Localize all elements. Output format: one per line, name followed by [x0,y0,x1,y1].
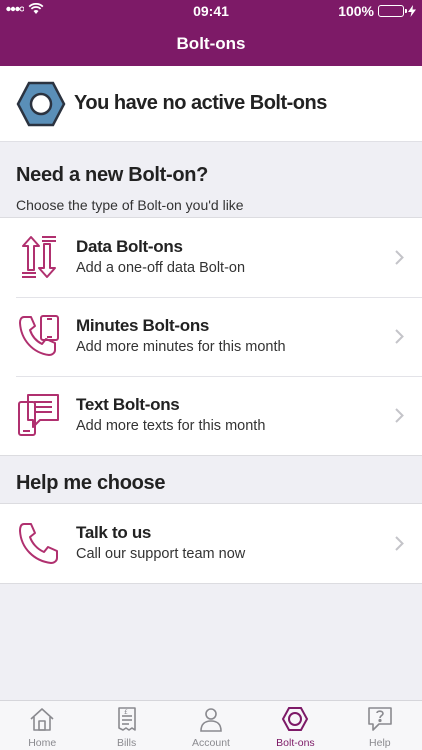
svg-text:£: £ [124,709,128,716]
section-title: Need a new Bolt-on? [16,164,209,186]
bolt-nut-icon [282,707,309,731]
tab-bolt-ons[interactable]: Bolt-ons [253,701,337,750]
new-boltons-header: Need a new Bolt-on? Choose the type of B… [16,164,244,213]
phone-minutes-icon [19,315,59,356]
section-subtitle: Choose the type of Bolt-on you'd like [16,197,244,213]
tab-label: Bills [116,737,137,749]
chevron-right-icon [395,250,404,265]
list-item-minutes-boltons[interactable]: Minutes Bolt-ons Add more minutes for th… [0,297,422,376]
list-item-text-boltons[interactable]: Text Bolt-ons Add more texts for this mo… [0,376,422,455]
tab-bills[interactable]: £ Bills [84,701,168,750]
text-message-icon [18,394,59,436]
page-title: Bolt-ons [176,34,246,53]
battery-status: 100% [338,3,416,19]
bolt-on-type-list: Data Bolt-ons Add a one-off data Bolt-on… [0,217,422,456]
tab-label: Home [28,737,57,749]
list-item-title: Minutes Bolt-ons [76,316,210,335]
tab-label: Account [192,737,230,749]
bolt-nut-icon [16,81,66,127]
status-bar: 09:41 100% [0,0,422,22]
list-item-title: Data Bolt-ons [76,237,183,256]
chevron-right-icon [395,536,404,551]
list-item-talk-to-us[interactable]: Talk to us Call our support team now [0,504,422,583]
list-item-description: Add a one-off data Bolt-on [76,260,246,276]
bills-icon: £ [117,707,136,731]
section-title: Help me choose [16,472,166,494]
account-icon [200,708,222,732]
help-header: Help me choose [16,472,165,495]
tab-help[interactable]: Help [338,701,422,750]
list-item-description: Add more texts for this month [76,418,266,434]
help-icon [368,707,392,731]
app-header: 09:41 100% Bolt-ons [0,0,422,66]
no-active-boltons-message: You have no active Bolt-ons [74,92,327,114]
tab-account[interactable]: Account [169,701,253,750]
phone-icon [19,523,58,564]
battery-percent: 100% [338,3,374,19]
list-item-description: Call our support team now [76,546,246,562]
tab-bar: Home £ Bills Account Bolt-ons Help [0,700,422,750]
battery-icon [378,5,407,17]
tab-label: Help [369,737,391,749]
chevron-right-icon [395,329,404,344]
list-item-data-boltons[interactable]: Data Bolt-ons Add a one-off data Bolt-on [0,218,422,297]
help-list: Talk to us Call our support team now [0,503,422,584]
list-item-title: Talk to us [76,523,152,542]
home-icon [30,708,54,731]
active-boltons-card: You have no active Bolt-ons [0,66,422,142]
list-item-description: Add more minutes for this month [76,339,286,355]
data-arrows-icon [22,236,56,278]
list-item-title: Text Bolt-ons [76,395,180,414]
chevron-right-icon [395,408,404,423]
tab-label: Bolt-ons [276,737,315,749]
tab-home[interactable]: Home [0,701,84,750]
charging-icon [408,5,416,17]
